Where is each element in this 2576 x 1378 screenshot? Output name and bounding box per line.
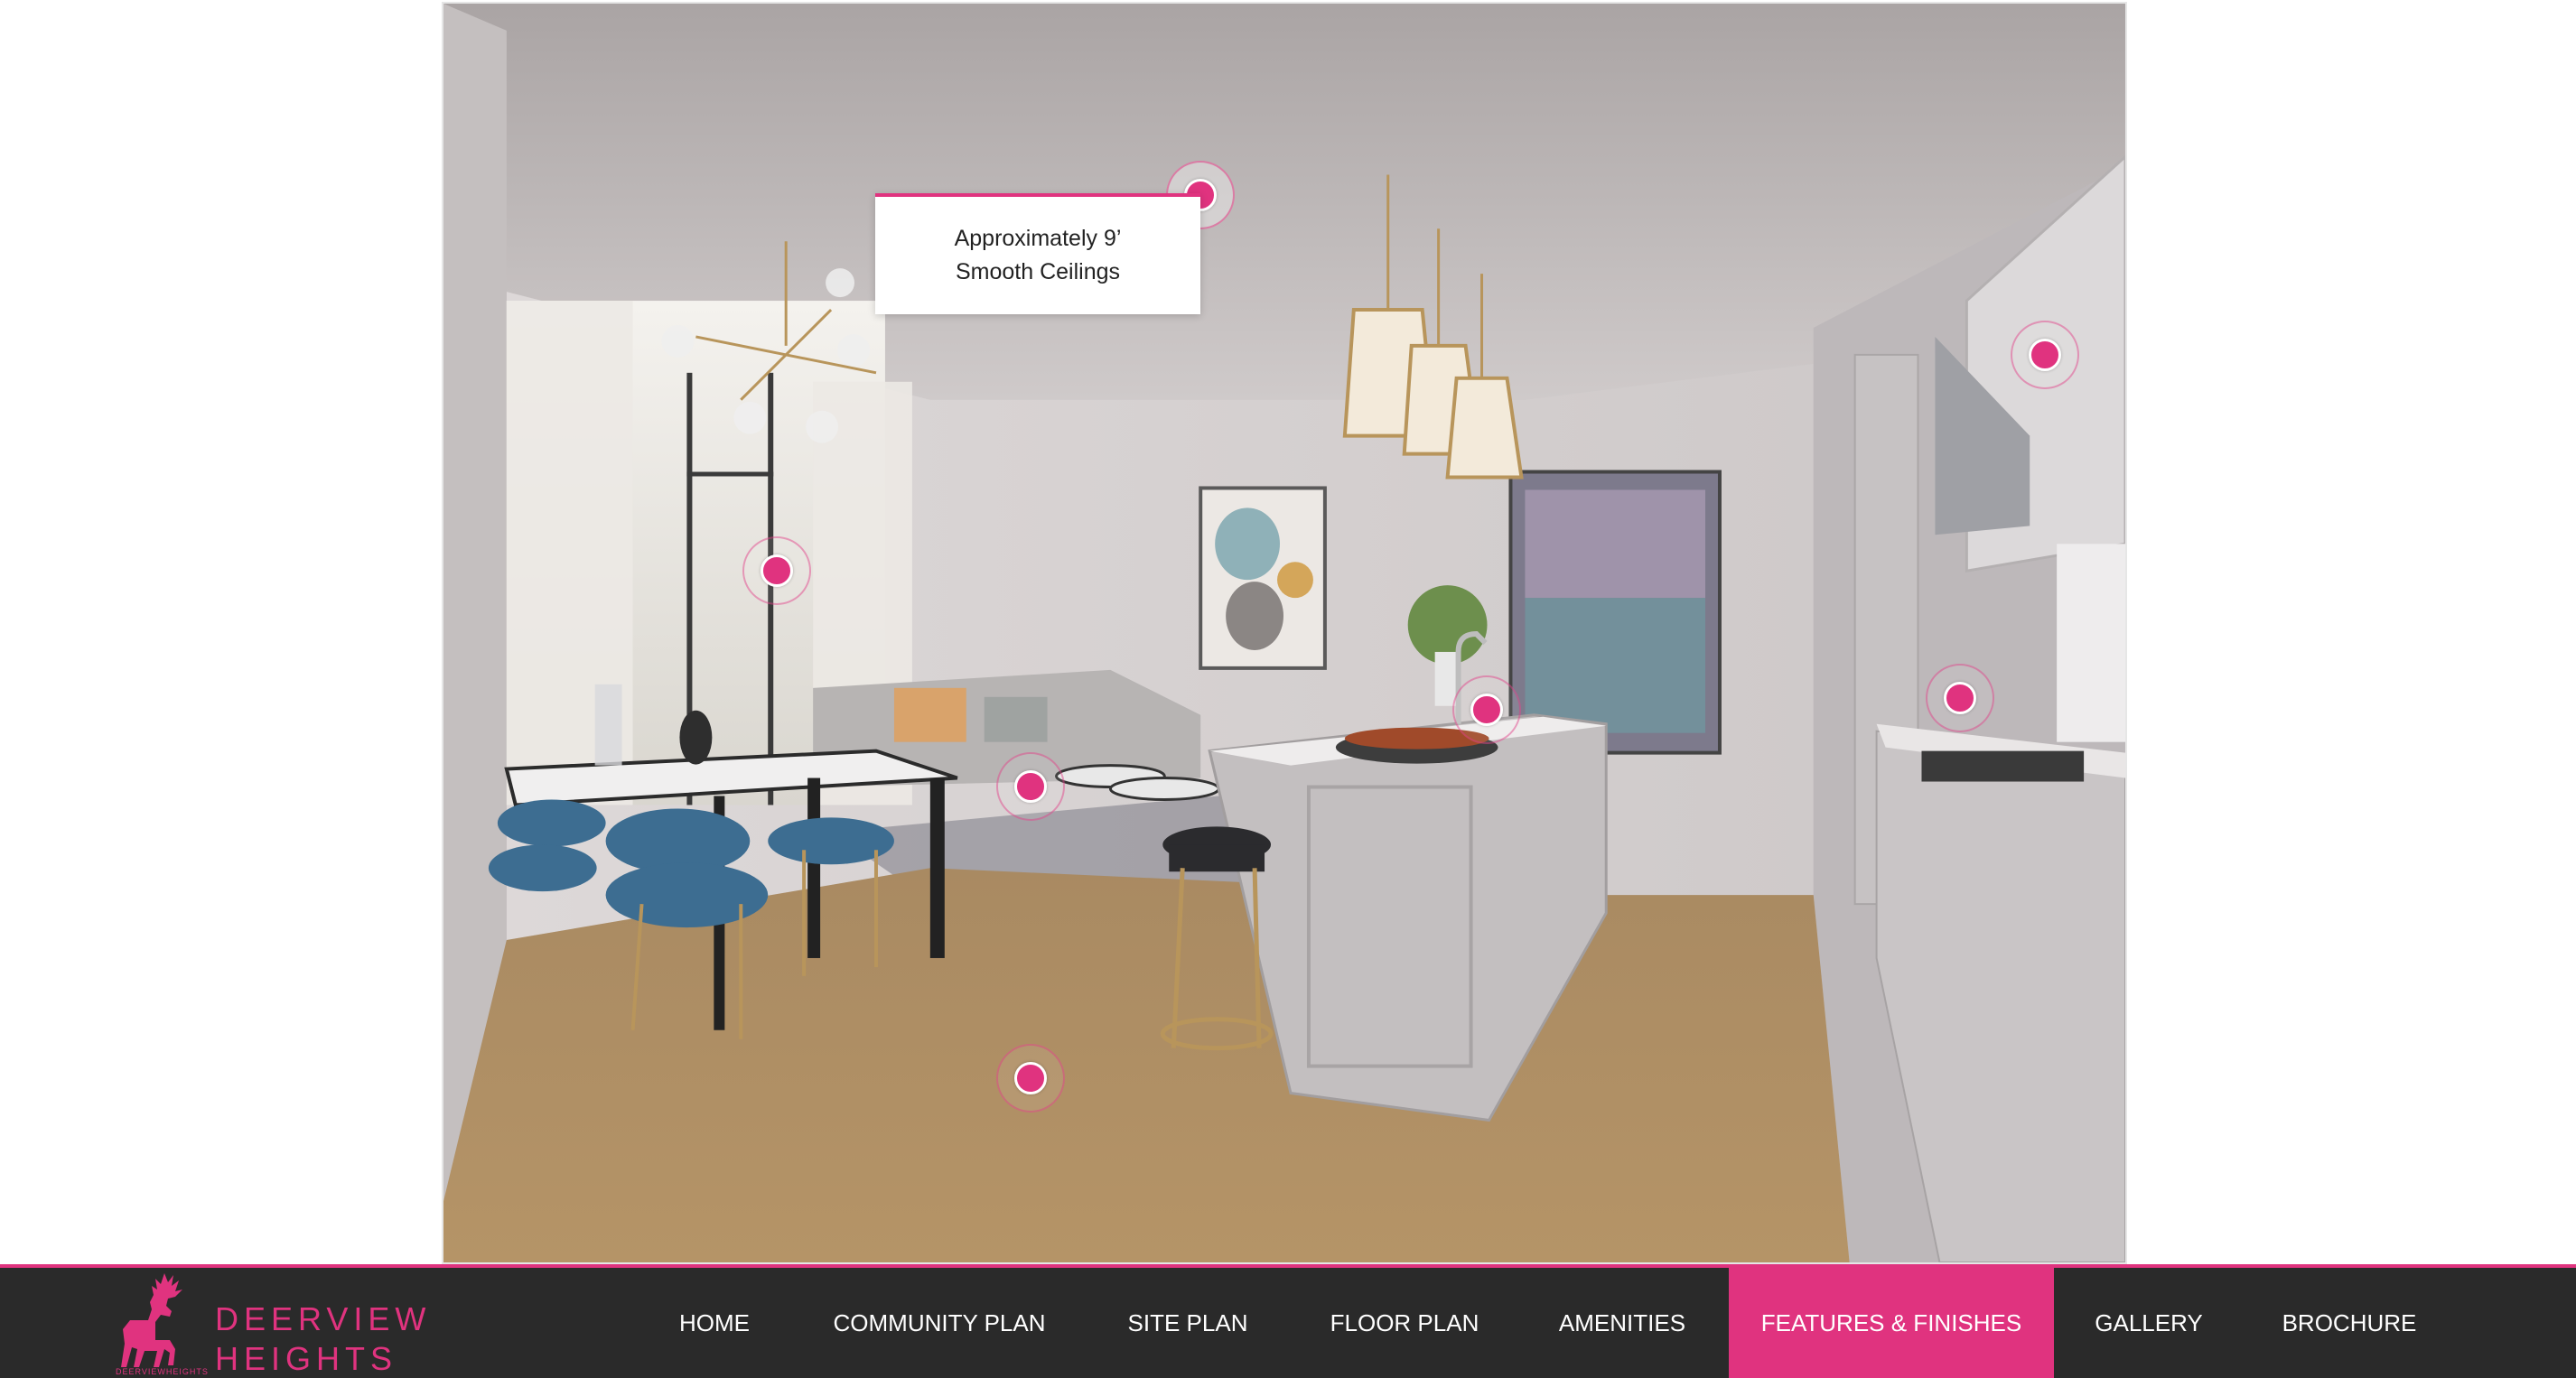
nav-home[interactable]: HOME [647,1268,782,1378]
hotspot-dot [761,554,793,587]
bottom-navbar: DEERVIEW HEIGHTS DEERVIEWHEIGHTS HOME CO… [0,1264,2576,1378]
nav-gallery[interactable]: GALLERY [2083,1268,2215,1378]
nav-site-plan[interactable]: SITE PLAN [1111,1268,1265,1378]
hotspot-flooring[interactable] [996,1044,1065,1113]
hotspot-dot [1014,770,1047,803]
brand-name-line2: HEIGHTS [215,1340,398,1377]
hotspot-faucet[interactable] [1452,675,1521,744]
hotspot-cabinets[interactable] [2011,321,2079,389]
logo[interactable]: DEERVIEW HEIGHTS DEERVIEWHEIGHTS [110,1268,453,1378]
kitchen-living-room-illustration [443,4,2125,1262]
nav-amenities[interactable]: AMENITIES [1539,1268,1705,1378]
hotspot-backsplash[interactable] [1926,664,1994,732]
hotspot-windows[interactable] [742,536,811,605]
nav-floor-plan[interactable]: FLOOR PLAN [1319,1268,1490,1378]
hotspot-dot [1014,1062,1047,1094]
nav-features-finishes[interactable]: FEATURES & FINISHES [1729,1268,2054,1378]
nav-community-plan[interactable]: COMMUNITY PLAN [813,1268,1066,1378]
feature-tooltip: Approximately 9’ Smooth Ceilings [875,193,1200,314]
logo-tagline: DEERVIEWHEIGHTS [116,1367,209,1376]
hotspot-island[interactable] [996,752,1065,821]
hotspot-dot [1470,694,1503,726]
interior-render-image [442,2,2127,1264]
hotspot-dot [1944,682,1976,714]
deer-logo-icon [121,1273,182,1367]
brand-name-line1: DEERVIEW [215,1300,432,1337]
tooltip-text: Approximately 9’ Smooth Ceilings [954,226,1122,284]
hotspot-dot [2029,339,2061,371]
nav-brochure[interactable]: BROCHURE [2273,1268,2426,1378]
